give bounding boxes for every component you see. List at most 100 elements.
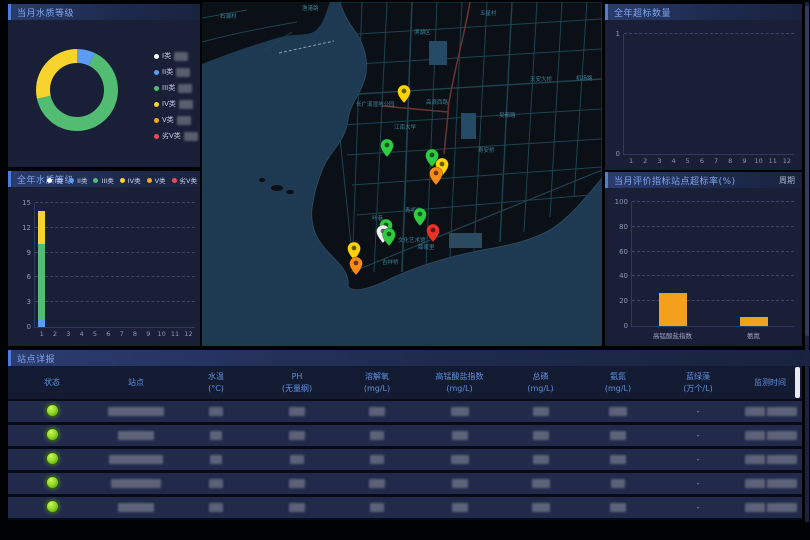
legend-item[interactable]: II类: [69, 175, 87, 185]
legend-item[interactable]: 劣V类: [172, 175, 197, 185]
map-label: 薛家里: [418, 243, 435, 251]
value-cell: [503, 431, 578, 440]
redacted-value: [179, 100, 193, 109]
legend-dot-icon: [154, 54, 159, 59]
map-label: 江南大学: [394, 123, 417, 131]
x-tick: 12: [780, 157, 794, 165]
col-monitor-time: 监测时间: [738, 377, 802, 389]
legend-item[interactable]: III类: [154, 83, 198, 93]
redacted-value: [532, 503, 550, 512]
redacted-value: [289, 407, 305, 416]
redacted-value: [452, 431, 468, 440]
page-scrollbar-thumb[interactable]: [805, 6, 809, 336]
legend-item[interactable]: V类: [154, 115, 198, 125]
col-ammonia-nitrogen: 氨氮(mg/L): [578, 371, 658, 395]
legend-item[interactable]: V类: [147, 175, 166, 185]
value-cell: [338, 455, 416, 464]
legend-label: III类: [162, 83, 175, 93]
algae-cell: -: [658, 431, 738, 440]
redacted-value: [178, 84, 192, 93]
gridline: [35, 301, 195, 302]
rate-bar-高锰酸盐指数[interactable]: [659, 293, 687, 326]
map[interactable]: 石浦村渔港路滨湖区五星村天安大桥机场路高浪西路长广溪湿地公园江南大学吴都路寿安桥…: [202, 2, 602, 346]
panel-year-exceed-header: 全年超标数量: [605, 4, 802, 20]
map-label: 长广溪湿地公园: [356, 100, 395, 108]
y-tick: 1: [605, 30, 620, 38]
redacted-value: [209, 503, 223, 512]
value-cell: [176, 431, 256, 440]
table-title: 站点详报: [17, 352, 55, 365]
station-cell: [96, 479, 176, 488]
redacted-time: [745, 479, 765, 488]
legend-dot-icon: [154, 134, 159, 139]
col-dissolved-oxygen: 溶解氧(mg/L): [338, 371, 416, 395]
table-row[interactable]: -: [8, 401, 802, 422]
redacted-station: [109, 455, 163, 464]
legend-item[interactable]: IV类: [154, 99, 198, 109]
x-tick: 10: [155, 330, 169, 338]
y-tick: 6: [13, 273, 31, 281]
legend-item[interactable]: I类: [154, 51, 198, 61]
redacted-value: [610, 431, 626, 440]
legend-item[interactable]: I类: [47, 175, 63, 185]
legend-item[interactable]: II类: [154, 67, 198, 77]
station-cell: [96, 503, 176, 512]
value-cell: [503, 479, 578, 488]
status-cell: [8, 500, 96, 515]
table-row[interactable]: -: [8, 425, 802, 446]
algae-cell: -: [658, 503, 738, 512]
legend-dot-icon: [147, 178, 152, 183]
redacted-value: [452, 503, 468, 512]
rate-bar-氨氮[interactable]: [740, 317, 768, 326]
y-tick: 0: [610, 322, 628, 330]
col-status: 状态: [8, 377, 96, 389]
x-tick: 5: [88, 330, 102, 338]
table-row[interactable]: -: [8, 449, 802, 470]
value-cell: [416, 479, 503, 488]
value-cell: [338, 431, 416, 440]
table-scrollbar-thumb[interactable]: [795, 367, 800, 398]
x-tick: 5: [681, 157, 695, 165]
legend-item[interactable]: 劣V类: [154, 131, 198, 141]
bar-segment-III类[interactable]: [38, 244, 45, 318]
legend-label: I类: [55, 175, 63, 185]
y-tick: 100: [610, 198, 628, 206]
redacted-station: [111, 479, 161, 488]
category-label: 高锰酸盐指数: [633, 330, 713, 340]
x-tick: 8: [723, 157, 737, 165]
page-scrollbar[interactable]: [805, 2, 809, 522]
value-cell: [416, 503, 503, 512]
redacted-value: [610, 455, 626, 464]
period-toggle[interactable]: 周期: [779, 175, 795, 186]
y-tick: 9: [13, 249, 31, 257]
value-cell: [256, 503, 338, 512]
redacted-value: [369, 407, 385, 416]
status-cell: [8, 476, 96, 491]
redacted-time: [745, 503, 765, 512]
table-row[interactable]: -: [8, 497, 802, 518]
station-cell: [96, 455, 176, 464]
legend-dot-icon: [47, 178, 52, 183]
donut-legend: I类 II类 III类 IV类 V类劣V类: [154, 51, 198, 141]
map-label: 五星村: [480, 9, 497, 17]
gridline: [632, 275, 794, 276]
y-tick: 20: [610, 297, 628, 305]
bar-segment-II类[interactable]: [38, 319, 45, 327]
map-label: 高浪西路: [426, 98, 449, 106]
panel-year-exceed: 全年超标数量 01123456789101112: [605, 4, 802, 170]
x-tick: 7: [709, 157, 723, 165]
legend-item[interactable]: III类: [93, 175, 113, 185]
legend-item[interactable]: IV类: [120, 175, 141, 185]
legend-label: I类: [162, 51, 171, 61]
redacted-station: [108, 407, 164, 416]
redacted-value: [533, 431, 549, 440]
table-row[interactable]: -: [8, 473, 802, 494]
y-tick: 12: [13, 224, 31, 232]
col-total-phosphorus: 总磷(mg/L): [503, 371, 578, 395]
bar-segment-IV类[interactable]: [38, 211, 45, 244]
legend-dot-icon: [172, 178, 177, 183]
x-tick: 2: [48, 330, 62, 338]
map-label: 寿安桥: [478, 146, 495, 154]
legend-label: 劣V类: [180, 175, 197, 185]
legend-label: V类: [155, 175, 166, 185]
